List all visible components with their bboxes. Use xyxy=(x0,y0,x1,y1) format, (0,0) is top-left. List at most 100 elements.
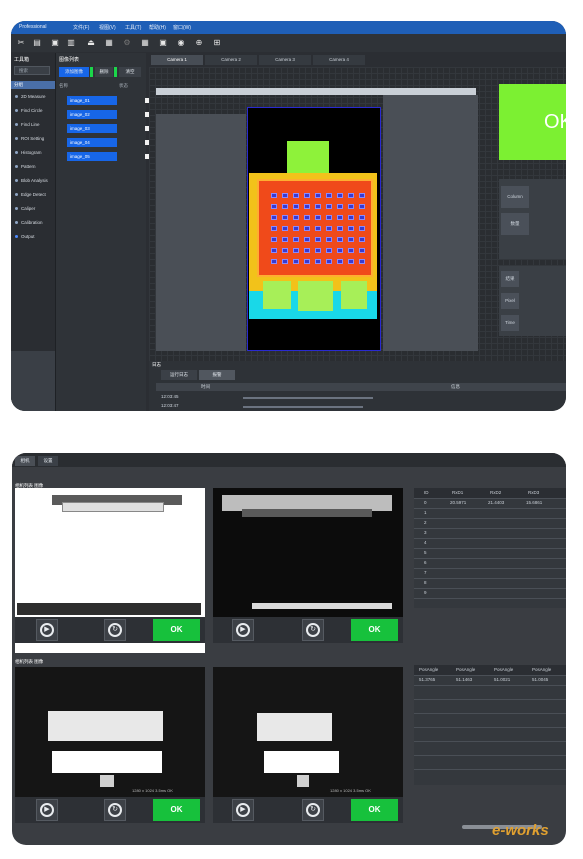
ok-button[interactable]: OK xyxy=(153,799,200,821)
tab-camera-2[interactable]: Camera 2 xyxy=(205,55,257,65)
menu-item[interactable]: 帮助(H) xyxy=(149,24,166,31)
sidebar-item-label: Pattern xyxy=(21,164,36,169)
solder-pad xyxy=(359,248,365,253)
document-icon[interactable]: ▤ xyxy=(33,38,41,47)
play-button[interactable]: ▶ xyxy=(36,799,58,821)
ok-button[interactable]: OK xyxy=(153,619,200,641)
replay-button[interactable]: ↻ xyxy=(302,799,324,821)
sidebar-item[interactable]: 2D Measure xyxy=(15,94,46,102)
sidebar-item[interactable]: Histogram xyxy=(15,150,42,158)
tab-settings[interactable]: 设置 xyxy=(38,456,58,466)
solder-pad xyxy=(271,226,277,231)
ok-button[interactable]: OK xyxy=(351,799,398,821)
grid-icon[interactable]: ▦ xyxy=(141,38,149,47)
play-icon: ▶ xyxy=(236,803,250,817)
table-row[interactable] xyxy=(414,731,566,742)
sidebar-item-label: Output xyxy=(21,234,35,239)
sidebar-item[interactable]: Blob Analysis xyxy=(15,178,48,186)
tab-camera-3[interactable]: Camera 3 xyxy=(259,55,311,65)
folder-icon[interactable]: ▥ xyxy=(67,38,75,47)
sidebar-item[interactable]: ROI Setting xyxy=(15,136,44,144)
tab-camera[interactable]: 相机 xyxy=(15,456,35,466)
sidebar-item[interactable]: Output xyxy=(15,234,35,242)
table-cell: 51.1463 xyxy=(456,677,473,682)
sidebar-item[interactable]: Caliper xyxy=(15,206,35,214)
play-button[interactable]: ▶ xyxy=(232,619,254,641)
tab-camera-4[interactable]: Camera 4 xyxy=(313,55,365,65)
image-list-item[interactable]: image_04 xyxy=(67,138,117,147)
component-pad xyxy=(298,281,333,311)
section-title: 相机列表 图像 xyxy=(15,659,44,664)
table-cell: 15.6861 xyxy=(526,500,543,505)
log-tab-alarm[interactable]: 报警 xyxy=(199,370,235,380)
info-label: Time xyxy=(501,315,519,331)
solder-pad xyxy=(293,204,299,209)
menu-item[interactable]: 视图(V) xyxy=(99,24,116,31)
sidebar-item[interactable]: Pattern xyxy=(15,164,36,172)
delete-button[interactable]: 删除 xyxy=(95,67,113,77)
column-header: 时间 xyxy=(201,384,210,389)
log-tab-run[interactable]: 运行日志 xyxy=(161,370,197,380)
menu-item[interactable]: 文件(F) xyxy=(73,24,89,31)
save-icon[interactable]: ▣ xyxy=(51,38,59,47)
solder-pad xyxy=(304,248,310,253)
image-list-item[interactable]: image_03 xyxy=(67,124,117,133)
table-row[interactable] xyxy=(414,689,566,700)
bullet-icon xyxy=(15,165,18,169)
sidebar-item-label: Caliper xyxy=(21,206,36,211)
capture-icon[interactable]: ◉ xyxy=(177,38,185,47)
camera-icon[interactable]: ▣ xyxy=(159,38,167,47)
image-list-item[interactable]: image_02 xyxy=(67,110,117,119)
table-row[interactable] xyxy=(414,745,566,756)
image-list-item[interactable]: image_05 xyxy=(67,152,117,161)
menu-item[interactable]: 工具(T) xyxy=(125,24,141,31)
solder-pad xyxy=(271,215,277,220)
solder-pad xyxy=(326,193,332,198)
bullet-icon xyxy=(15,179,18,183)
table-row[interactable]: 9 xyxy=(414,588,566,599)
tab-camera-1[interactable]: Camera 1 xyxy=(151,55,203,65)
sidebar-item[interactable]: Find Circle xyxy=(15,108,43,116)
add-image-button[interactable]: 添加图像 xyxy=(59,67,89,77)
table-row[interactable] xyxy=(414,759,566,770)
table-row[interactable] xyxy=(414,703,566,714)
sidebar-group-header[interactable]: 分组 xyxy=(11,81,55,89)
table-row[interactable] xyxy=(414,717,566,728)
column-header: PosAngle xyxy=(456,667,476,672)
ok-button[interactable]: OK xyxy=(351,619,398,641)
part-base xyxy=(100,775,114,787)
viewer-scrollbar[interactable] xyxy=(156,88,476,95)
solder-pad xyxy=(337,237,343,242)
cut-icon[interactable]: ✂ xyxy=(17,38,25,47)
clear-button[interactable]: 清空 xyxy=(119,67,141,77)
search-input[interactable]: 搜索 xyxy=(14,66,50,75)
export-icon[interactable]: ⏏ xyxy=(87,38,95,47)
solder-pad xyxy=(282,237,288,242)
image-list-item[interactable]: image_01 xyxy=(67,96,117,105)
sidebar-item[interactable]: Find Line xyxy=(15,122,40,130)
replay-button[interactable]: ↻ xyxy=(104,799,126,821)
table-cell: 51.3765 xyxy=(419,677,436,682)
play-button[interactable]: ▶ xyxy=(232,799,254,821)
menu-item[interactable]: 窗口(W) xyxy=(173,24,191,31)
replay-button[interactable]: ↻ xyxy=(104,619,126,641)
menu-item[interactable]: Professional xyxy=(19,24,47,31)
solder-pad xyxy=(304,259,310,264)
table-row[interactable]: 51.3765 51.1463 51.0021 51.0045 xyxy=(414,675,566,686)
sidebar-item[interactable]: Edge Detect xyxy=(15,192,46,200)
replay-button[interactable]: ↻ xyxy=(302,619,324,641)
fit-icon[interactable]: ⊞ xyxy=(213,38,221,47)
sidebar-item[interactable]: Calibration xyxy=(15,220,43,228)
bullet-icon xyxy=(15,221,18,225)
settings-icon[interactable]: ⚙ xyxy=(123,38,131,47)
play-button[interactable]: ▶ xyxy=(36,619,58,641)
print-icon[interactable]: ▦ xyxy=(105,38,113,47)
solder-pad xyxy=(348,237,354,242)
play-icon: ▶ xyxy=(236,623,250,637)
part-silhouette xyxy=(52,751,162,773)
replay-icon: ↻ xyxy=(108,803,122,817)
solder-pad xyxy=(271,193,277,198)
zoom-icon[interactable]: ⊕ xyxy=(195,38,203,47)
solder-pad xyxy=(293,193,299,198)
software-screenshot-top: Professional 文件(F) 视图(V) 工具(T) 帮助(H) 窗口(… xyxy=(11,21,566,411)
